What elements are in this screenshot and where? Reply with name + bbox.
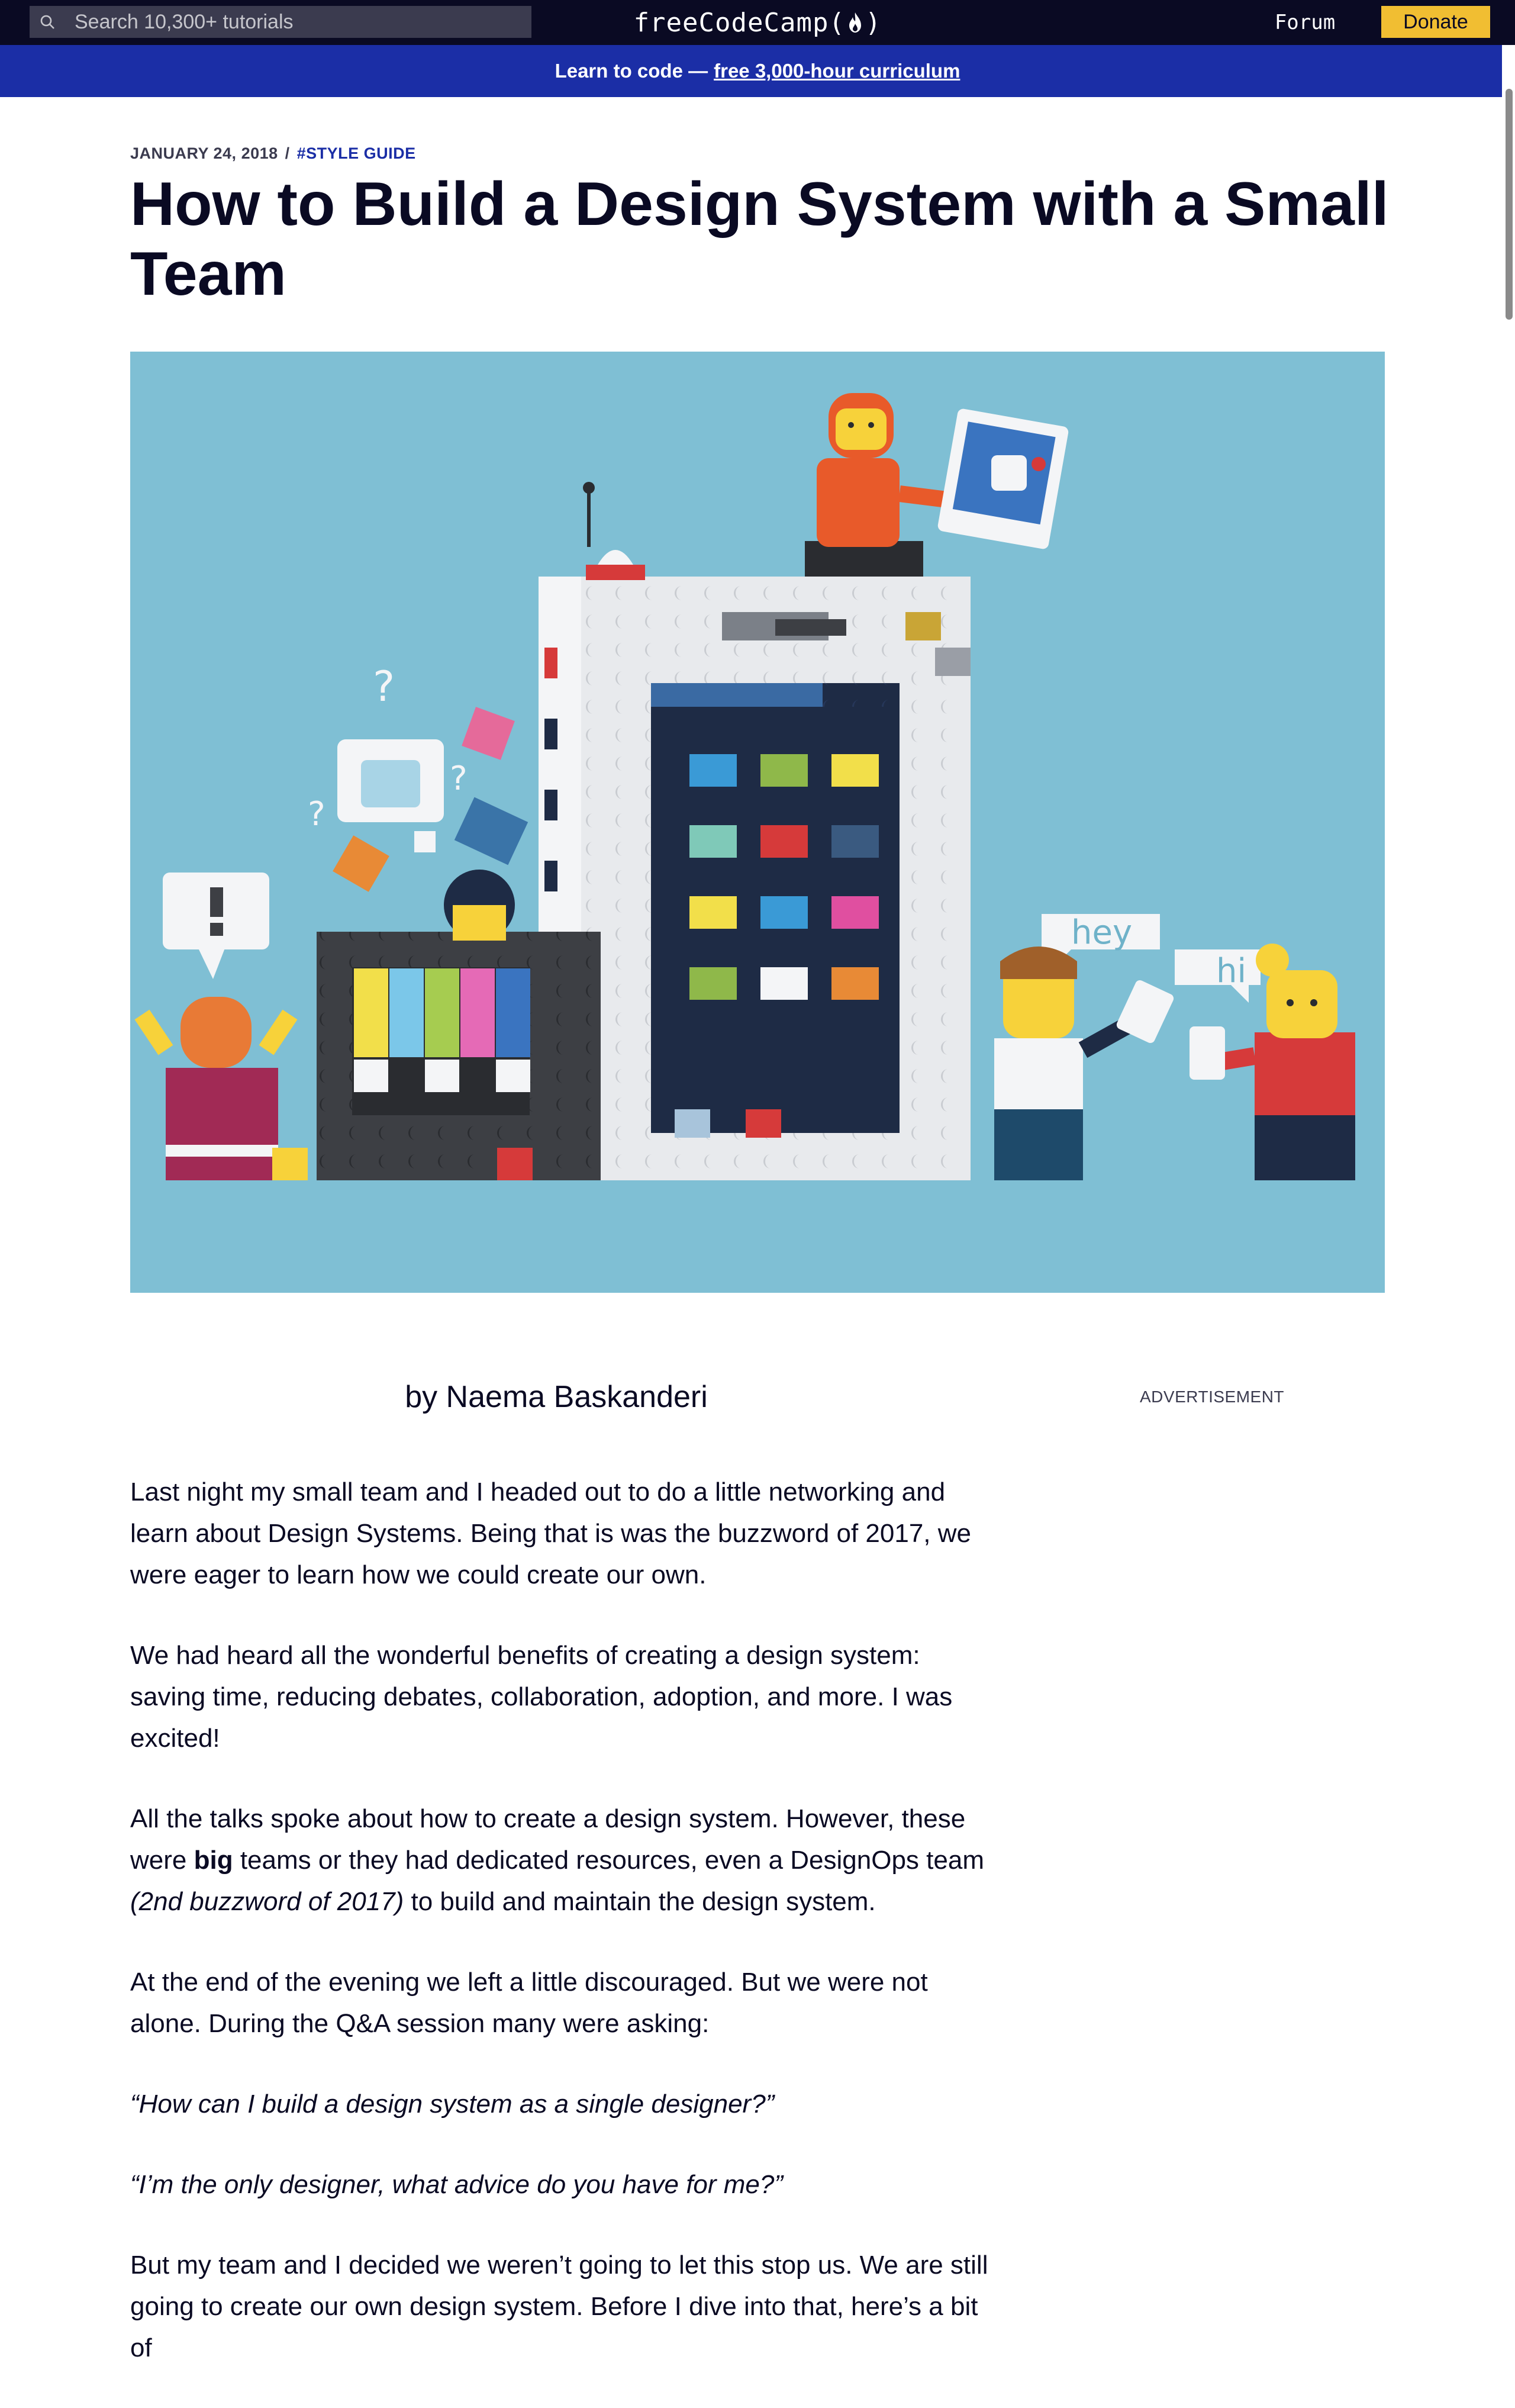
article-tag-link[interactable]: #STYLE GUIDE	[297, 144, 416, 163]
paragraph: Last night my small team and I headed ou…	[130, 1477, 971, 1589]
paragraph: But my team and I decided we weren’t goi…	[130, 2251, 988, 2362]
article-meta: JANUARY 24, 2018 / #STYLE GUIDE	[130, 144, 416, 163]
quote: “How can I build a design system as a si…	[130, 2090, 775, 2119]
article-body: Last night my small team and I headed ou…	[130, 1472, 988, 2408]
donate-button[interactable]: Donate	[1381, 6, 1490, 38]
paragraph-text: teams or they had dedicated resources, e…	[240, 1846, 984, 1875]
paragraph: At the end of the evening we left a litt…	[130, 1968, 928, 2038]
search-bar[interactable]	[30, 6, 531, 38]
paragraph: We had heard all the wonderful benefits …	[130, 1641, 953, 1753]
paragraph-text: to build and maintain the design system.	[411, 1887, 876, 1916]
logo-text-left: freeCodeCamp(	[633, 7, 845, 38]
learn-to-code-banner: Learn to code — free 3,000-hour curricul…	[0, 45, 1515, 97]
scrollbar-thumb[interactable]	[1506, 89, 1513, 320]
paragraph: All the talks spoke about how to create …	[130, 1798, 988, 1923]
article-byline: by Naema Baskanderi	[405, 1380, 708, 1414]
italic-text: (2nd buzzword of 2017)	[130, 1887, 404, 1916]
svg-text:?: ?	[373, 662, 395, 711]
search-icon	[30, 6, 65, 38]
search-input[interactable]	[65, 6, 531, 38]
banner-text: Learn to code —	[555, 60, 708, 82]
lego-monitor-icon	[317, 932, 601, 1180]
flame-icon	[846, 11, 864, 34]
lego-tower-icon	[539, 482, 971, 1180]
advertisement-label: ADVERTISEMENT	[1140, 1388, 1285, 1406]
scrollbar-track[interactable]	[1502, 45, 1515, 2273]
hero-illustration: ? ? ? hey hi	[130, 352, 1385, 1293]
freecodecamp-logo[interactable]: freeCodeCamp( )	[592, 0, 923, 45]
forum-link[interactable]: Forum	[1255, 7, 1355, 38]
logo-text-right: )	[865, 7, 882, 38]
article-title: How to Build a Design System with a Smal…	[130, 170, 1389, 308]
article-date: JANUARY 24, 2018	[130, 144, 278, 162]
bubble-hi-text: hi	[1216, 952, 1246, 990]
svg-text:?: ?	[450, 759, 468, 798]
svg-text:?: ?	[308, 795, 325, 833]
bold-text: big	[194, 1846, 233, 1875]
top-navigation: freeCodeCamp( ) Forum Donate	[0, 0, 1515, 45]
quote: “I’m the only designer, what advice do y…	[130, 2170, 784, 2199]
curriculum-link[interactable]: free 3,000-hour curriculum	[714, 60, 960, 82]
meta-separator: /	[285, 144, 290, 162]
bubble-hey-text: hey	[1071, 913, 1132, 952]
